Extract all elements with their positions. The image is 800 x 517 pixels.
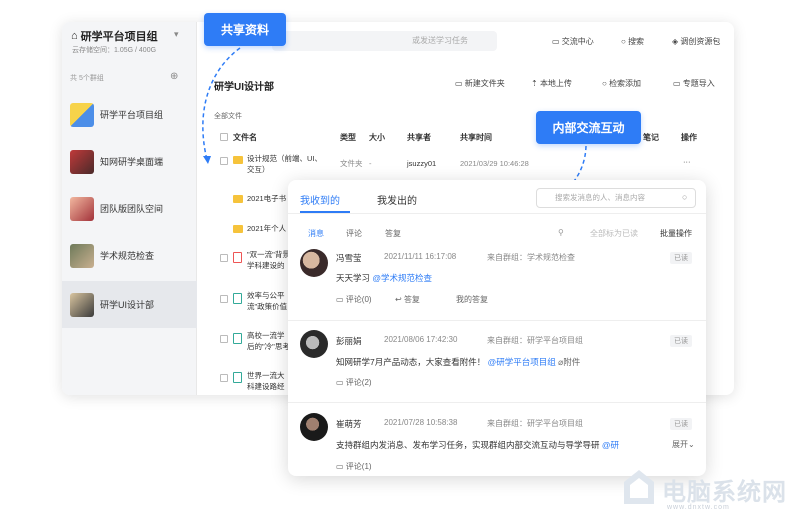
status-badge: 已读 — [670, 252, 692, 264]
message-text: 知网研学7月产品动态，大家查看附件！ @研学平台项目组 ⌀附件 — [336, 356, 580, 368]
divider — [288, 402, 706, 403]
avatar[interactable] — [300, 330, 328, 358]
message-body: 支持群组内发消息、发布学习任务，实现群组内部交流互动与导学导研 — [336, 440, 600, 450]
avatar[interactable] — [300, 249, 328, 277]
subtab-comments[interactable]: 评论 — [346, 228, 362, 239]
comment-button[interactable]: ▭ 评论(2) — [336, 377, 372, 388]
comment-button[interactable]: ▭ 评论(1) — [336, 461, 372, 472]
mention-link[interactable]: @研 — [602, 440, 619, 450]
message-body: 知网研学7月产品动态，大家查看附件！ — [336, 357, 486, 367]
attachment-link[interactable]: ⌀附件 — [558, 357, 580, 367]
message-source: 来自群组：研学平台项目组 — [487, 336, 583, 345]
subtab-messages[interactable]: 消息 — [308, 228, 324, 239]
message-time: 2021/07/28 10:58:38 — [384, 418, 458, 427]
mention-link[interactable]: @学术规范检查 — [372, 273, 432, 283]
reply-button[interactable]: ↩ 答复 — [395, 294, 420, 305]
arrow-shared — [202, 47, 241, 161]
messages-panel: 我收到的 我发出的 搜索发消息的人、消息内容 ○ 消息 评论 答复 ⚲ 全部标为… — [288, 180, 706, 476]
sender-name[interactable]: 冯雪莹 — [336, 252, 362, 264]
status-badge: 已读 — [670, 418, 692, 430]
divider — [288, 213, 706, 214]
message-time: 2021/11/11 16:17:08 — [384, 252, 457, 261]
arrow-head-shared — [203, 156, 211, 164]
my-reply-button[interactable]: 我的答复 — [456, 294, 488, 305]
batch-button[interactable]: 批量操作 — [660, 228, 692, 239]
comment-label: 评论(0) — [345, 295, 372, 304]
mention-link[interactable]: @研学平台项目组 — [488, 357, 556, 367]
comment-label: 评论(1) — [345, 462, 372, 471]
sender-name[interactable]: 彭丽娟 — [336, 335, 362, 347]
filter-icon[interactable]: ⚲ — [558, 228, 564, 237]
message-time: 2021/08/06 17:42:30 — [384, 335, 458, 344]
message-text: 天天学习 @学术规范检查 — [336, 272, 432, 284]
divider — [288, 320, 706, 321]
attachment-label: 附件 — [563, 357, 581, 367]
message-source: 来自群组：研学平台项目组 — [487, 419, 583, 428]
comment-button[interactable]: ▭ 评论(0) — [336, 294, 372, 305]
mark-all-read-button[interactable]: 全部标为已读 — [590, 228, 638, 239]
comment-label: 评论(2) — [345, 378, 372, 387]
watermark-text: 电脑系统网 — [662, 477, 787, 506]
message-search-input[interactable]: 搜索发消息的人、消息内容 — [536, 188, 696, 208]
expand-button[interactable]: 展开⌄ — [672, 439, 695, 450]
message-body: 天天学习 — [336, 273, 373, 283]
expand-label: 展开 — [672, 440, 688, 449]
search-icon[interactable]: ○ — [682, 192, 687, 202]
subtab-replies[interactable]: 答复 — [385, 228, 401, 239]
watermark-url: www.dnxtw.com — [667, 504, 730, 511]
avatar[interactable] — [300, 413, 328, 441]
tab-sent[interactable]: 我发出的 — [377, 192, 417, 207]
tab-received[interactable]: 我收到的 — [300, 192, 340, 207]
reply-label: 答复 — [403, 295, 420, 304]
sender-name[interactable]: 崔萌芳 — [336, 418, 362, 430]
message-text: 支持群组内发消息、发布学习任务，实现群组内部交流互动与导学导研 @研 — [336, 439, 619, 451]
watermark-logo-icon — [624, 470, 654, 504]
message-source: 来自群组：学术规范检查 — [487, 253, 575, 262]
status-badge: 已读 — [670, 335, 692, 347]
